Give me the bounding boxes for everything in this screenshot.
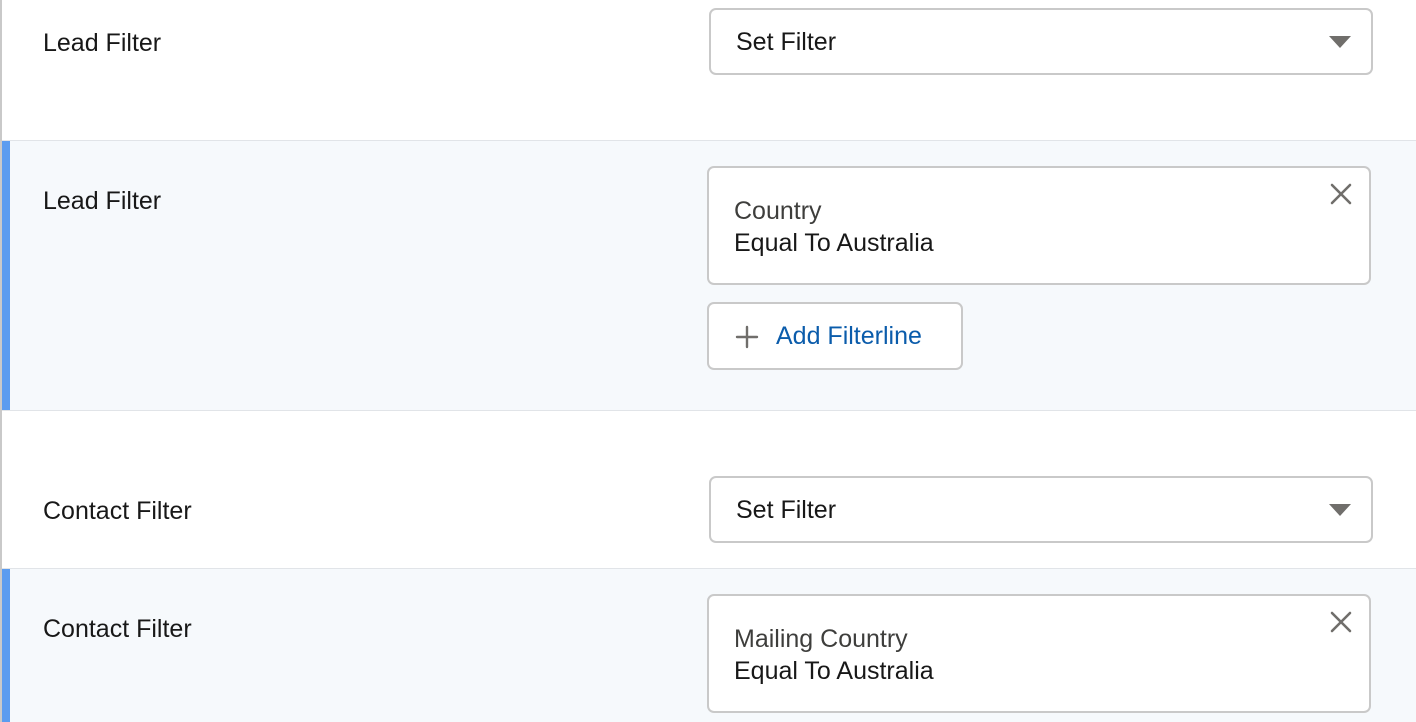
plus-icon [735, 325, 759, 349]
contact-filter-editor-row: Contact Filter Mailing Country Equal To … [2, 569, 1416, 722]
contact-filter-label: Contact Filter [43, 497, 192, 525]
close-icon[interactable] [1327, 180, 1355, 208]
lead-filter-select-value: Set Filter [736, 28, 837, 56]
contact-filter-editor-label: Contact Filter [43, 615, 192, 643]
contact-filter-select[interactable]: Set Filter [709, 476, 1373, 543]
lead-filter-editor-row: Lead Filter Country Equal To Australia A… [2, 141, 1416, 410]
contact-filter-row: Contact Filter Set Filter [2, 411, 1416, 568]
lead-filter-editor-label: Lead Filter [43, 187, 162, 215]
contact-filter-select-value: Set Filter [736, 496, 837, 524]
add-filterline-button[interactable]: Add Filterline [707, 302, 963, 370]
lead-filter-select[interactable]: Set Filter [709, 8, 1373, 75]
chevron-down-icon [1329, 504, 1351, 516]
add-filterline-label: Add Filterline [776, 322, 922, 350]
filter-settings-panel: Lead Filter Set Filter Lead Filter Count… [0, 0, 1416, 722]
close-icon[interactable] [1327, 608, 1355, 636]
filterline-condition: Equal To Australia [734, 657, 934, 685]
lead-filter-label: Lead Filter [43, 29, 162, 57]
filterline-field: Mailing Country [734, 625, 908, 653]
filterline-condition: Equal To Australia [734, 229, 934, 257]
contact-filterline-pill[interactable]: Mailing Country Equal To Australia [707, 594, 1371, 713]
chevron-down-icon [1329, 36, 1351, 48]
filterline-field: Country [734, 197, 822, 225]
lead-filter-row: Lead Filter Set Filter [2, 0, 1416, 140]
lead-filterline-pill[interactable]: Country Equal To Australia [707, 166, 1371, 285]
